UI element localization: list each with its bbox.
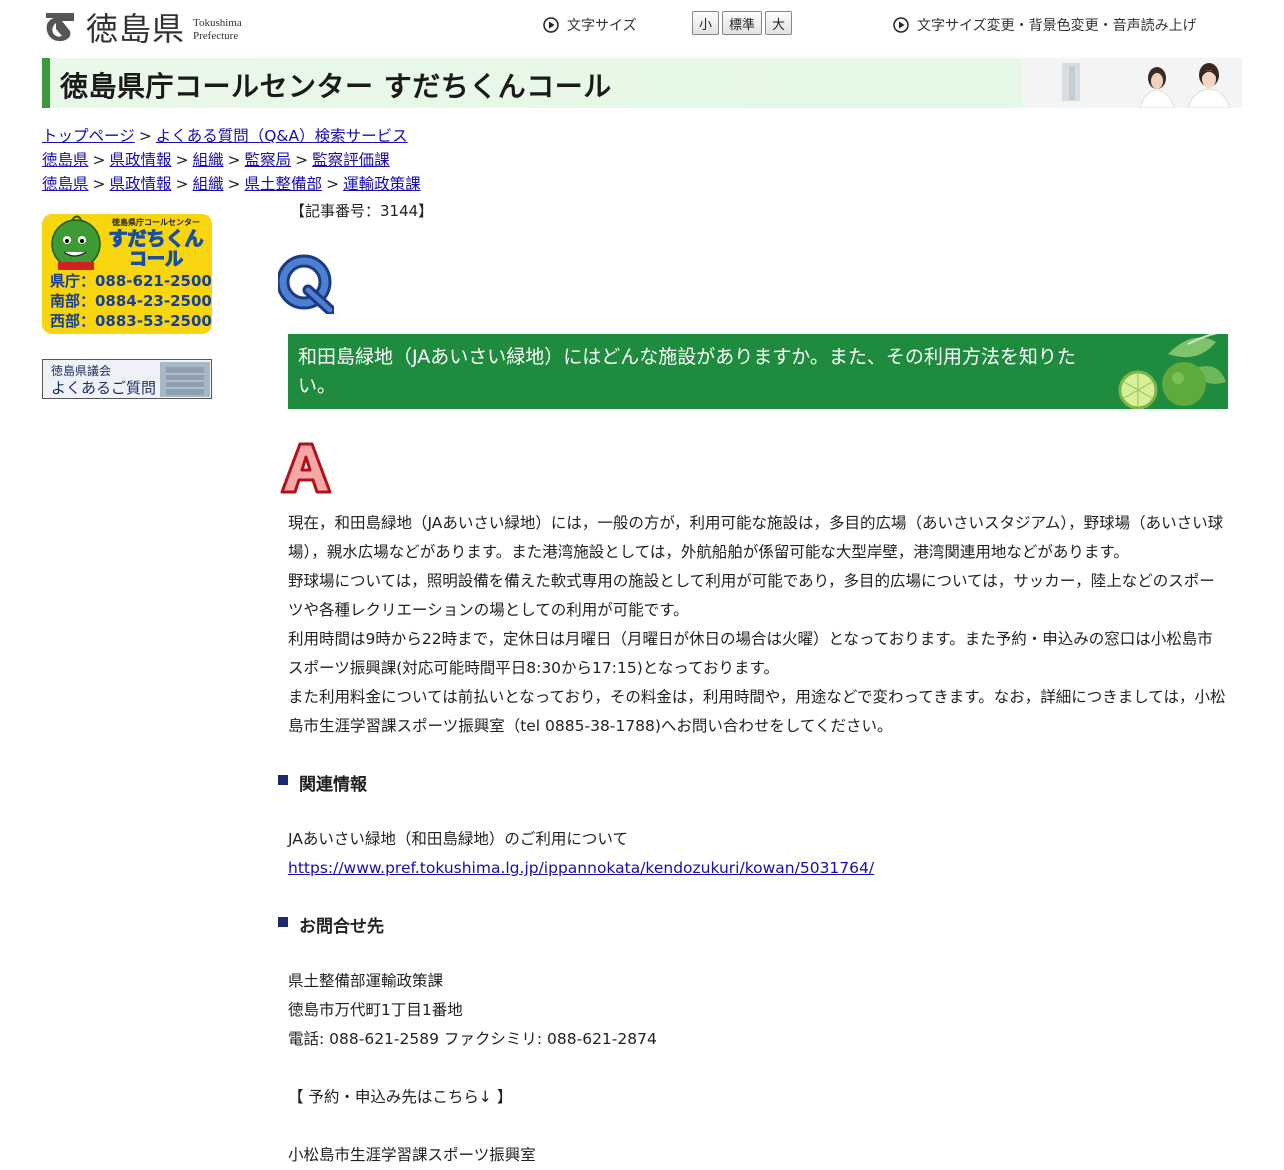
breadcrumb-link[interactable]: 徳島県 xyxy=(42,175,89,193)
related-info-text: JAあいさい緑地（和田島緑地）のご利用について xyxy=(288,830,628,848)
breadcrumb-line: 徳島県 > 県政情報 > 組織 > 監察局 > 監察評価課 xyxy=(42,148,421,172)
breadcrumb-link[interactable]: 組織 xyxy=(193,175,224,193)
breadcrumb-link[interactable]: トップページ xyxy=(42,127,135,145)
breadcrumb-link[interactable]: 組織 xyxy=(193,151,224,169)
assembly-banner-line1: 徳島県議会 xyxy=(51,363,111,378)
answer-paragraph: また利用料金については前払いとなっており，その料金は，利用時間や，用途などで変わ… xyxy=(288,688,1226,735)
related-info: JAあいさい緑地（和田島緑地）のご利用について https://www.pref… xyxy=(288,825,874,883)
breadcrumb-separator: > xyxy=(227,151,241,169)
contact-dept: 県土整備部運輸政策課 xyxy=(288,972,444,990)
breadcrumb-link[interactable]: 監察局 xyxy=(245,151,292,169)
section-bullet-icon xyxy=(278,774,288,785)
assembly-faq-banner[interactable]: 徳島県議会 よくあるご質問 xyxy=(42,359,212,399)
answer-a-icon xyxy=(280,442,332,494)
reservation-office: 小松島市生涯学習課スポーツ振興室 xyxy=(288,1146,536,1164)
breadcrumb-link[interactable]: 県土整備部 xyxy=(245,175,323,193)
question-box: 和田島緑地（JAあいさい緑地）にはどんな施設がありますか。また、その利用方法を知… xyxy=(288,334,1228,409)
breadcrumb-link[interactable]: 県政情報 xyxy=(110,151,172,169)
logo-text-en: Tokushima Prefecture xyxy=(193,17,242,42)
breadcrumb-separator: > xyxy=(326,175,340,193)
contact-address: 徳島市万代町1丁目1番地 xyxy=(288,1001,463,1019)
breadcrumb-line: 徳島県 > 県政情報 > 組織 > 県土整備部 > 運輸政策課 xyxy=(42,172,421,196)
font-size-label: 文字サイズ xyxy=(543,15,637,35)
font-size-controls: 小 標準 大 xyxy=(692,11,793,35)
answer-paragraph: 野球場については，照明設備を備えた軟式専用の施設として利用が可能であり，多目的広… xyxy=(288,572,1215,619)
site-logo[interactable]: 徳島県 Tokushima Prefecture xyxy=(42,8,242,48)
sudachikun-call-banner[interactable]: 徳島県庁コールセンター すだちくん コール 県庁：088-621-2500 南部… xyxy=(42,214,212,334)
banner-accent-bar xyxy=(42,58,50,108)
assembly-banner-line2: よくあるご質問 xyxy=(51,379,156,397)
callcenter-phone-nanbu: 南部：0884-23-2500 xyxy=(50,292,212,310)
breadcrumb-separator: > xyxy=(227,175,241,193)
prefecture-emblem-icon xyxy=(46,13,74,42)
callcenter-heading: 徳島県庁コールセンター xyxy=(111,217,200,227)
answer-paragraph: 現在，和田島緑地（JAあいさい緑地）には，一般の方が，利用可能な施設は，多目的広… xyxy=(288,514,1224,561)
callcenter-name-line2: コール xyxy=(129,249,183,270)
logo-text-jp: 徳島県 xyxy=(86,10,186,48)
callcenter-phone-seibu: 西部：0883-53-2500 xyxy=(50,312,212,330)
page-title-banner: 徳島県庁コールセンター すだちくんコール xyxy=(42,58,1242,108)
breadcrumb-link[interactable]: 徳島県 xyxy=(42,151,89,169)
breadcrumb-separator: > xyxy=(138,127,152,145)
breadcrumb-link[interactable]: 県政情報 xyxy=(110,175,172,193)
breadcrumb-separator: > xyxy=(175,175,189,193)
breadcrumb-separator: > xyxy=(295,151,309,169)
page-title: 徳島県庁コールセンター すだちくんコール xyxy=(60,70,612,103)
article-number: 【記事番号：3144】 xyxy=(290,202,434,220)
contact-phone-fax: 電話: 088-621-2589 ファクシミリ: 088-621-2874 xyxy=(288,1030,657,1048)
answer-paragraph: 利用時間は9時から22時まで，定休日は月曜日（月曜日が休日の場合は火曜）となって… xyxy=(288,630,1213,677)
accessibility-settings-link[interactable]: 文字サイズ変更・背景色変更・音声読み上げ xyxy=(893,15,1197,35)
contact-heading: お問合せ先 xyxy=(278,912,384,937)
reservation-note: 【 予約・申込み先はこちら↓ 】 xyxy=(288,1088,513,1106)
callcenter-phone-kencho: 県庁：088-621-2500 xyxy=(50,272,212,290)
play-circle-icon xyxy=(543,17,559,33)
play-circle-icon xyxy=(893,17,909,33)
operator-photo-icon xyxy=(1022,58,1242,108)
breadcrumb-link[interactable]: 監察評価課 xyxy=(312,151,390,169)
contact-info: 県土整備部運輸政策課 徳島市万代町1丁目1番地 電話: 088-621-2589… xyxy=(288,967,657,1170)
sudachi-fruit-icon xyxy=(1118,334,1226,409)
breadcrumb-link[interactable]: 運輸政策課 xyxy=(343,175,421,193)
font-size-large-button[interactable]: 大 xyxy=(765,11,793,35)
breadcrumb-separator: > xyxy=(92,151,106,169)
font-size-standard-button[interactable]: 標準 xyxy=(722,11,763,35)
section-bullet-icon xyxy=(278,916,288,927)
breadcrumb-separator: > xyxy=(175,151,189,169)
related-info-link[interactable]: https://www.pref.tokushima.lg.jp/ippanno… xyxy=(288,859,874,877)
question-q-icon xyxy=(278,254,334,314)
question-text: 和田島緑地（JAあいさい緑地）にはどんな施設がありますか。また、その利用方法を知… xyxy=(298,346,1076,397)
breadcrumb-separator: > xyxy=(92,175,106,193)
breadcrumb-link[interactable]: よくある質問（Q&A）検索サービス xyxy=(156,127,408,145)
callcenter-name-line1: すだちくん xyxy=(108,228,203,250)
breadcrumb-line: トップページ > よくある質問（Q&A）検索サービス xyxy=(42,124,421,148)
answer-body: 現在，和田島緑地（JAあいさい緑地）には，一般の方が，利用可能な施設は，多目的広… xyxy=(288,509,1228,741)
related-info-heading: 関連情報 xyxy=(278,770,367,795)
breadcrumb: トップページ > よくある質問（Q&A）検索サービス 徳島県 > 県政情報 > 組織 > 監察局 >… xyxy=(42,124,421,196)
font-size-small-button[interactable]: 小 xyxy=(692,11,720,35)
